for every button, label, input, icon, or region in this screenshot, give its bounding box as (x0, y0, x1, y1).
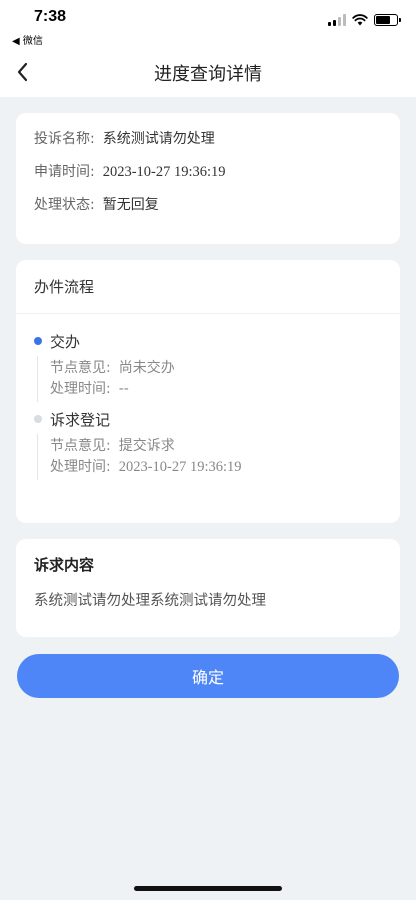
node-name: 交办 (50, 332, 81, 351)
complaint-name-row: 投诉名称: 系统测试请勿处理 (34, 129, 382, 149)
back-to-wechat-link[interactable]: ◀ 微信 (12, 32, 43, 47)
status-icons (328, 14, 401, 26)
node-name: 诉求登记 (50, 410, 111, 429)
content-text: 系统测试请勿处理系统测试请勿处理 (34, 593, 266, 609)
confirm-button[interactable]: 确定 (17, 654, 399, 698)
node-time-value: 2023-10-27 19:36:19 (118, 459, 242, 475)
page-title: 进度查询详情 (154, 64, 262, 85)
complaint-name-label: 投诉名称: (34, 131, 95, 147)
battery-icon (374, 14, 401, 26)
node-opinion: 节点意见: 提交诉求 (50, 436, 382, 457)
process-card: 办件流程 交办 节点意见: 尚未交办 处理时间: -- 诉求登记 节点意见: 提… (16, 260, 400, 523)
content-card: 诉求内容 系统测试请勿处理系统测试请勿处理 (16, 539, 400, 637)
apply-time-label: 申请时间: (34, 164, 95, 180)
inactive-dot-icon (34, 415, 42, 423)
signal-icon (328, 14, 346, 26)
node-opinion-label: 节点意见: (50, 438, 111, 454)
content-title: 诉求内容 (34, 556, 95, 574)
active-dot-icon (34, 337, 42, 345)
complaint-name-value: 系统测试请勿处理 (102, 131, 215, 147)
apply-time-value: 2023-10-27 19:36:19 (102, 164, 226, 180)
status-label: 处理状态: (34, 197, 95, 213)
complaint-info-card: 投诉名称: 系统测试请勿处理 申请时间: 2023-10-27 19:36:19… (16, 113, 400, 244)
process-header: 办件流程 (16, 260, 400, 314)
apply-time-row: 申请时间: 2023-10-27 19:36:19 (34, 162, 382, 182)
header: 7:38 ◀ 微信 进度查询详情 (0, 0, 416, 97)
node-opinion-value: 尚未交办 (118, 360, 175, 376)
wifi-icon (352, 14, 368, 26)
status-time: 7:38 (34, 8, 67, 25)
node-time: 处理时间: -- (50, 379, 382, 400)
process-timeline: 交办 节点意见: 尚未交办 处理时间: -- 诉求登记 节点意见: 提交诉求 处… (16, 314, 400, 480)
home-indicator[interactable] (134, 886, 282, 891)
status-value: 暂无回复 (102, 197, 159, 213)
node-opinion: 节点意见: 尚未交办 (50, 358, 382, 379)
status-row: 处理状态: 暂无回复 (34, 195, 382, 215)
node-time: 处理时间: 2023-10-27 19:36:19 (50, 457, 382, 478)
timeline-node: 交办 节点意见: 尚未交办 处理时间: -- (34, 330, 382, 402)
node-time-label: 处理时间: (50, 381, 111, 397)
node-time-value: -- (118, 381, 129, 397)
node-time-label: 处理时间: (50, 459, 111, 475)
node-opinion-value: 提交诉求 (118, 438, 175, 454)
node-opinion-label: 节点意见: (50, 360, 111, 376)
timeline-node: 诉求登记 节点意见: 提交诉求 处理时间: 2023-10-27 19:36:19 (34, 408, 382, 480)
